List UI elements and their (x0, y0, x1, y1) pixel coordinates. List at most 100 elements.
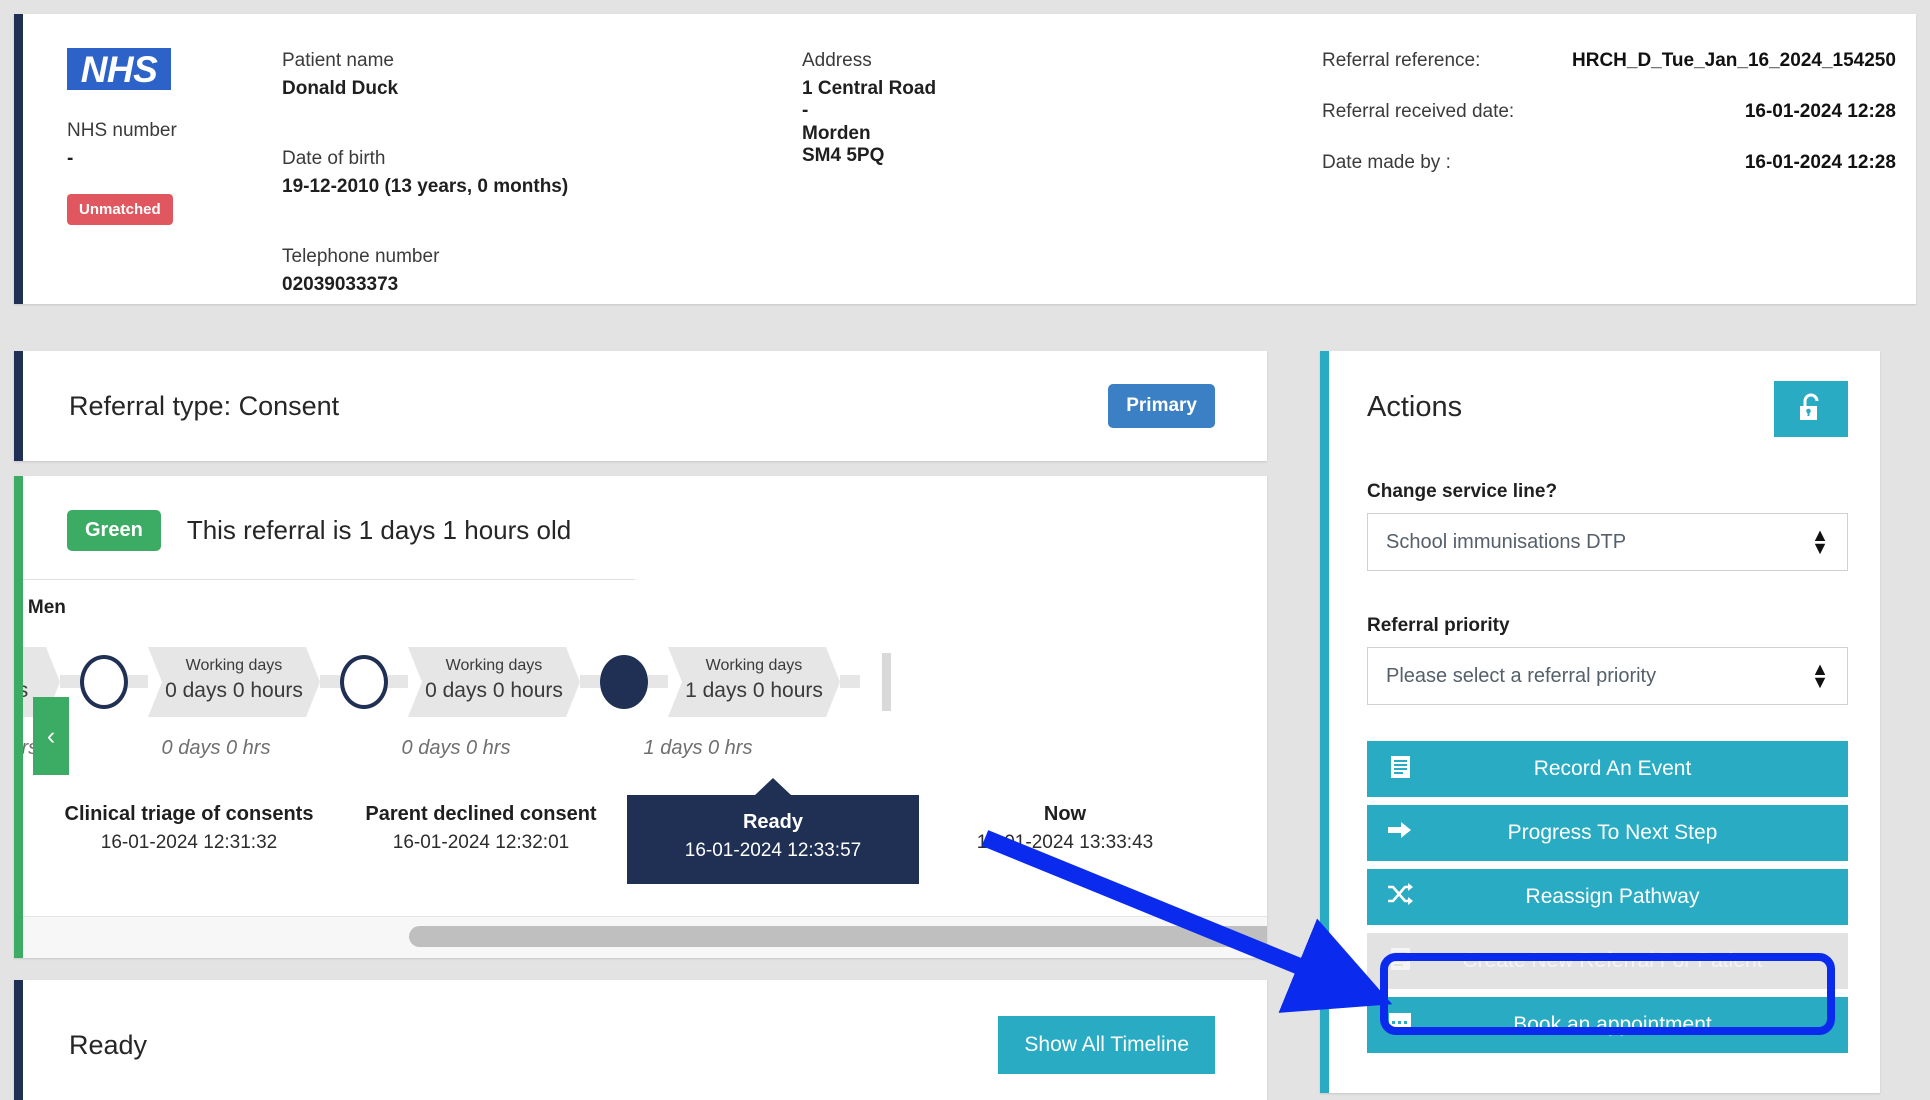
dob-value: 19-12-2010 (13 years, 0 months) (282, 176, 569, 197)
nhs-logo: NHS (67, 48, 171, 90)
referral-reference-value: HRCH_D_Tue_Jan_16_2024_154250 (1572, 50, 1896, 71)
timeline-connector (320, 675, 340, 689)
timeline-end-marker (882, 652, 891, 711)
show-all-timeline-button[interactable]: Show All Timeline (998, 1016, 1215, 1074)
timeline-duration-chips: Working days ays 0 hours Working days 0 … (14, 647, 891, 717)
referral-meta-column: Referral reference: HRCH_D_Tue_Jan_16_20… (1322, 48, 1900, 304)
address-lines: 1 Central Road - Morden SM4 5PQ (802, 78, 1322, 168)
timeline-node[interactable] (340, 654, 388, 709)
action-label: Create New Referral For Patient (1462, 949, 1763, 972)
timeline-connector (840, 675, 860, 689)
event-date: 16-01-2024 12:33:57 (684, 840, 862, 861)
shuffle-icon (1367, 883, 1433, 911)
nhs-number-block: NHS number - (67, 120, 282, 170)
event-date: 16-01-2024 12:32:01 (392, 832, 570, 853)
address-line: Morden (802, 122, 871, 144)
referral-priority-value: Please select a referral priority (1386, 664, 1657, 687)
record-an-event-button[interactable]: Record An Event (1367, 741, 1848, 797)
referral-timeline-card: Green This referral is 1 days 1 hours ol… (14, 476, 1267, 958)
address-line: - (802, 100, 809, 122)
patient-name-value: Donald Duck (282, 78, 399, 99)
left-column: Referral type: Consent Primary Green Thi… (14, 351, 1267, 1100)
referral-priority-select[interactable]: Please select a referral priority ▲ ▼ (1367, 647, 1848, 705)
action-buttons-list: Record An Event Progress To Next Step Re… (1367, 741, 1848, 1053)
event-date: 16-01-2024 12:31:32 (100, 832, 278, 853)
timeline-horizontal-scrollbar[interactable] (23, 916, 1267, 958)
event-title: Clinical triage of consents (64, 803, 314, 825)
chip-caption: Working days (185, 657, 283, 674)
action-label: Reassign Pathway (1525, 885, 1700, 908)
timeline-event-now: Now 17-01-2024 13:33:43 (919, 795, 1211, 884)
event-title: Parent declined consent (365, 803, 597, 825)
rag-status-badge: Green (67, 510, 161, 551)
event-title: heck (23, 803, 43, 826)
date-made-by-value: 16-01-2024 12:28 (1744, 152, 1896, 173)
timeline-track: ‹ Working days ays 0 hours Working days … (23, 647, 1267, 884)
chip-caption: Working days (445, 657, 543, 674)
event-title: Now (1043, 803, 1087, 825)
scrollbar-thumb[interactable] (409, 926, 1267, 947)
address-line: SM4 5PQ (802, 145, 885, 167)
referral-reference-label: Referral reference: (1322, 50, 1481, 71)
referral-type-title: Referral type: Consent (69, 390, 340, 421)
right-column: Actions Change service line? School immu… (1320, 351, 1880, 1100)
address-label: Address (802, 50, 872, 71)
timeline-node[interactable] (80, 654, 128, 709)
chevron-left-icon: ‹ (46, 721, 56, 750)
timeline-sublabel: 1 days 0 hrs (643, 737, 753, 759)
calendar-icon (1367, 1010, 1433, 1040)
timeline-connector (648, 675, 668, 689)
ready-status-card: Ready Show All Timeline (14, 980, 1267, 1100)
timeline-events: heck 47 Clinical triage of consents 16-0… (23, 795, 1211, 884)
timeline-scroll-left-button[interactable]: ‹ (33, 697, 69, 775)
timeline-service-name: d Men (14, 597, 66, 618)
timeline-event-current[interactable]: Ready 16-01-2024 12:33:57 (627, 795, 919, 884)
action-label: Progress To Next Step (1507, 821, 1718, 844)
primary-button[interactable]: Primary (1108, 384, 1215, 428)
event-title: Ready (742, 811, 804, 833)
date-made-by-label: Date made by : (1322, 152, 1451, 173)
action-label: Book an appointment (1513, 1013, 1712, 1036)
timeline-event[interactable]: Parent declined consent 16-01-2024 12:32… (335, 795, 627, 884)
referral-received-date-label: Referral received date: (1322, 101, 1515, 122)
patient-dob-field: Date of birth 19-12-2010 (13 years, 0 mo… (282, 148, 802, 198)
timeline-sublabels: days 0 hrs 0 days 0 hrs 0 days 0 hrs 1 d… (23, 737, 820, 760)
patient-details-column: Patient name Donald Duck Date of birth 1… (282, 48, 802, 304)
timeline-connector (60, 675, 80, 689)
clipboard-icon (1367, 754, 1433, 785)
unlock-icon (1798, 393, 1824, 426)
duration-chip: Working days 1 days 0 hours (668, 647, 840, 717)
timeline-event[interactable]: Clinical triage of consents 16-01-2024 1… (43, 795, 335, 884)
book-an-appointment-button[interactable]: Book an appointment (1367, 997, 1848, 1053)
service-line-value: School immunisations DTP (1386, 530, 1627, 553)
chip-caption: Working days (14, 657, 23, 674)
action-label: Record An Event (1533, 757, 1692, 780)
chip-value: 0 days 0 hours (425, 678, 563, 702)
chip-value: 0 days 0 hours (165, 678, 303, 702)
page-root: NHS NHS number - Unmatched Patient name … (0, 0, 1930, 1100)
ready-title: Ready (69, 1029, 148, 1060)
timeline-connector (128, 675, 148, 689)
dob-label: Date of birth (282, 148, 386, 169)
referral-meta-row: Date made by : 16-01-2024 12:28 (1322, 152, 1900, 174)
progress-to-next-step-button[interactable]: Progress To Next Step (1367, 805, 1848, 861)
create-new-referral-button: Create New Referral For Patient (1367, 933, 1848, 989)
status-badge-unmatched: Unmatched (67, 194, 173, 225)
body-columns: Referral type: Consent Primary Green Thi… (14, 351, 1916, 1100)
chip-value: 1 days 0 hours (685, 678, 823, 702)
duration-chip: Working days 0 days 0 hours (408, 647, 580, 717)
timeline-event[interactable]: heck 47 (23, 795, 43, 884)
timeline-node-current[interactable] (600, 654, 648, 709)
timeline-sublabel: 0 days 0 hrs (161, 737, 271, 759)
unlock-button[interactable] (1774, 381, 1848, 437)
reassign-pathway-button[interactable]: Reassign Pathway (1367, 869, 1848, 925)
patient-name-label: Patient name (282, 50, 394, 71)
service-line-select[interactable]: School immunisations DTP ▲ ▼ (1367, 513, 1848, 571)
timeline-connector (388, 675, 408, 689)
timeline-header: Green This referral is 1 days 1 hours ol… (23, 476, 1267, 579)
nhs-number-value: - (67, 148, 74, 169)
actions-title: Actions (1367, 391, 1463, 423)
event-date: 17-01-2024 13:33:43 (976, 832, 1154, 853)
patient-address-column: Address 1 Central Road - Morden SM4 5PQ (802, 48, 1322, 304)
chevron-updown-icon: ▲ ▼ (1811, 525, 1829, 558)
